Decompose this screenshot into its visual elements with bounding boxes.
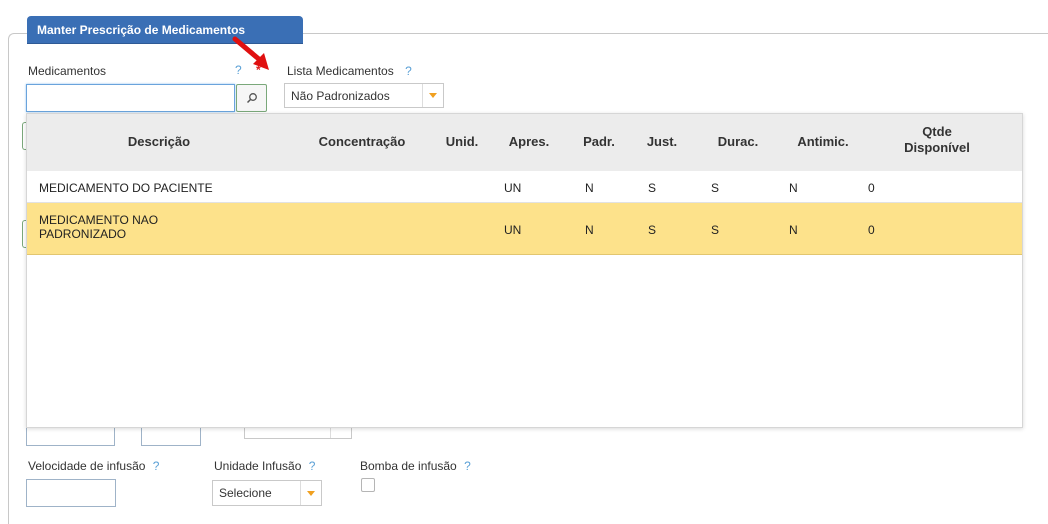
unidade-infusao-label: Unidade Infusão ? [214,459,315,473]
cell-antimic: N [789,223,798,237]
bomba-infusao-label: Bomba de infusão ? [360,459,471,473]
unidade-infusao-label-text: Unidade Infusão [214,459,302,473]
col-qtde-line1: Qtde [922,124,952,139]
cell-just: S [648,223,657,237]
lista-medicamentos-value: Não Padronizados [291,88,390,103]
col-unid[interactable]: Unid. [432,134,492,149]
chevron-down-icon [300,481,321,505]
table-row[interactable]: MEDICAMENTO DO PACIENTE UN N S S N 0 [27,171,1022,203]
cell-descricao: MEDICAMENTO DO PACIENTE [39,181,213,195]
col-qtde-disponivel[interactable]: Qtde Disponível [892,124,982,156]
grid-header: Descrição Concentração Unid. Apres. Padr… [27,114,1022,172]
col-concentracao[interactable]: Concentração [297,134,427,149]
lista-medicamentos-select[interactable]: Não Padronizados [284,83,444,108]
unidade-infusao-value: Selecione [219,486,272,500]
cell-just: S [648,181,657,195]
medicamentos-input[interactable] [26,84,235,112]
cell-apres: UN [504,181,522,195]
cell-durac: S [711,181,720,195]
col-apres[interactable]: Apres. [499,134,559,149]
cell-antimic: N [789,181,798,195]
cell-descricao: MEDICAMENTO NAO PADRONIZADO [39,213,159,241]
cell-apres: UN [504,223,522,237]
table-row-selected[interactable]: MEDICAMENTO NAO PADRONIZADO UN N S S N 0 [27,203,1022,255]
help-icon[interactable]: ? [309,459,316,473]
cell-padr: N [585,223,594,237]
col-just[interactable]: Just. [637,134,687,149]
chevron-down-icon [422,84,443,107]
cell-qtde: 0 [868,181,875,195]
velocidade-label: Velocidade de infusão ? [28,459,159,473]
medicamentos-results-grid: Descrição Concentração Unid. Apres. Padr… [26,113,1023,428]
lista-medicamentos-label-text: Lista Medicamentos [287,64,394,78]
velocidade-infusao-input[interactable] [26,479,116,507]
col-descricao[interactable]: Descrição [109,134,209,149]
unidade-infusao-select[interactable]: Selecione [212,480,322,506]
velocidade-label-text: Velocidade de infusão [28,459,146,473]
col-durac[interactable]: Durac. [703,134,773,149]
bomba-infusao-label-text: Bomba de infusão [360,459,457,473]
search-button[interactable] [236,84,267,112]
help-icon[interactable]: ? [464,459,471,473]
cell-padr: N [585,181,594,195]
col-antimic[interactable]: Antimic. [783,134,863,149]
col-qtde-line2: Disponível [904,140,970,155]
medicamentos-label: Medicamentos [28,64,107,78]
bomba-infusao-checkbox[interactable] [361,478,375,492]
col-padr[interactable]: Padr. [574,134,624,149]
cell-qtde: 0 [868,223,875,237]
red-arrow-annotation-icon [232,36,269,70]
search-icon [246,93,257,104]
lista-medicamentos-label: Lista Medicamentos ? [287,64,412,78]
help-icon[interactable]: ? [405,64,412,78]
help-icon[interactable]: ? [153,459,160,473]
cell-durac: S [711,223,720,237]
